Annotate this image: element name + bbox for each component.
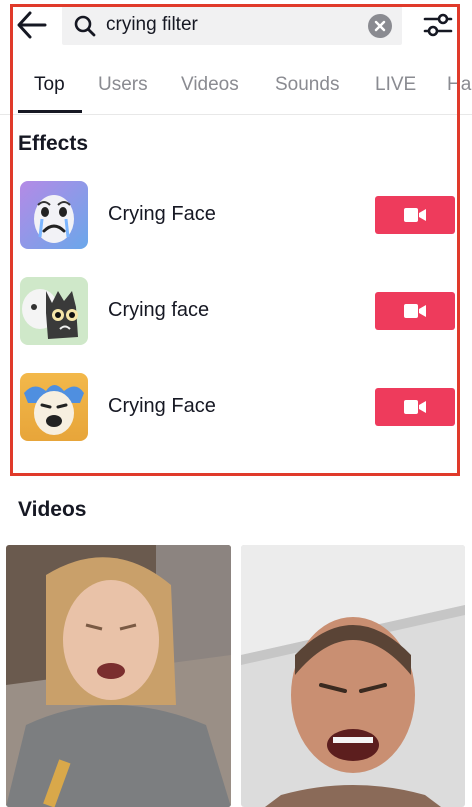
use-effect-button[interactable] — [375, 292, 455, 330]
video-thumbnail[interactable] — [241, 545, 465, 807]
clear-search-button[interactable] — [368, 14, 392, 38]
search-tabs: Top Users Videos Sounds LIVE Ha — [0, 60, 472, 115]
video-frame-image — [6, 545, 231, 807]
tab-videos[interactable]: Videos — [181, 74, 239, 96]
tab-top[interactable]: Top — [34, 74, 65, 96]
effect-item[interactable]: Crying face — [0, 277, 472, 347]
tab-sounds[interactable]: Sounds — [275, 74, 339, 96]
video-camera-icon — [404, 304, 426, 318]
search-box[interactable] — [62, 5, 402, 45]
video-frame-image — [241, 545, 465, 807]
videos-section-title: Videos — [18, 498, 87, 521]
use-effect-button[interactable] — [375, 388, 455, 426]
effect-name: Crying face — [108, 299, 210, 321]
effect-name: Crying Face — [108, 203, 216, 225]
use-effect-button[interactable] — [375, 196, 455, 234]
back-arrow-icon — [17, 11, 47, 39]
video-thumbnail[interactable] — [6, 545, 231, 807]
tab-hashtags[interactable]: Ha — [447, 74, 471, 96]
sliders-icon — [423, 13, 453, 37]
effect-thumbnail — [20, 181, 88, 249]
effect-thumbnail — [20, 373, 88, 441]
tab-users[interactable]: Users — [98, 74, 148, 96]
video-camera-icon — [404, 208, 426, 222]
effects-section-title: Effects — [18, 132, 89, 155]
active-tab-indicator — [18, 110, 82, 113]
effect-name: Crying Face — [108, 395, 216, 417]
search-header — [0, 0, 472, 52]
search-icon — [74, 15, 96, 37]
back-button[interactable] — [16, 10, 48, 40]
effect-thumbnail — [20, 277, 88, 345]
search-input[interactable] — [106, 14, 356, 36]
filter-button[interactable] — [422, 10, 454, 40]
effect-item[interactable]: Crying Face — [0, 373, 472, 443]
video-camera-icon — [404, 400, 426, 414]
tab-live[interactable]: LIVE — [375, 74, 416, 96]
close-icon — [374, 20, 386, 32]
effect-item[interactable]: Crying Face — [0, 181, 472, 251]
